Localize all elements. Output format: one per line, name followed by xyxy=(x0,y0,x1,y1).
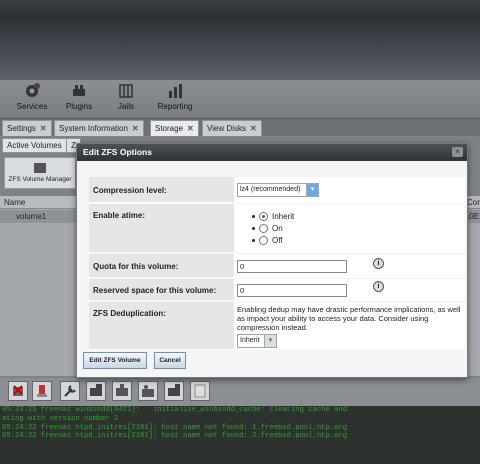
dialog-title-bar: Edit ZFS Options xyxy=(77,144,467,161)
tab-storage-label: Storage xyxy=(155,124,184,133)
detach-icon xyxy=(13,385,23,396)
window-top-bar xyxy=(0,0,480,18)
toolbar-services-button[interactable]: Services xyxy=(6,82,58,111)
toolbar-plugins-button[interactable]: Plugins xyxy=(53,82,105,111)
tab-view-disks-label: View Disks xyxy=(207,124,246,133)
console-line: 05:24:22 freenas ntpd_initres[2181]: hos… xyxy=(2,432,348,441)
dataset-icon xyxy=(90,384,102,396)
status-icon xyxy=(194,384,206,398)
console-line: ating with version number 2 xyxy=(2,414,119,423)
dialog-title: Edit ZFS Options xyxy=(83,147,152,157)
tab-system-information[interactable]: System Information ✕ xyxy=(54,120,144,136)
cancel-button[interactable]: Cancel xyxy=(154,352,186,369)
plugins-icon xyxy=(73,85,85,96)
volume-status-button[interactable] xyxy=(190,381,210,401)
bullet-icon xyxy=(252,227,255,230)
reserved-row: Reserved space for this volume: 0 i xyxy=(89,279,465,301)
field-cell xyxy=(234,204,465,252)
tab-system-information-label: System Information xyxy=(59,124,128,133)
toolbar-jails-label: Jails xyxy=(117,102,134,111)
reporting-icon xyxy=(169,84,182,98)
close-icon[interactable]: ✕ xyxy=(132,124,139,133)
reserved-label: Reserved space for this volume: xyxy=(93,286,217,295)
compression-value: lz4 (recommended) xyxy=(240,186,301,193)
grid-header-name: Name xyxy=(4,198,26,207)
dialog-close-button[interactable]: × xyxy=(452,147,463,157)
toolbar-plugins-label: Plugins xyxy=(65,102,93,111)
edit-zfs-options-dialog: Edit ZFS Options × Compression level: lz… xyxy=(76,143,468,378)
grid-row-name: volume1 xyxy=(16,212,47,221)
snapshot-icon xyxy=(168,384,180,396)
create-zvol-button[interactable] xyxy=(112,381,132,401)
compression-select[interactable]: lz4 (recommended) ▾ xyxy=(237,183,319,197)
dedup-row: ZFS Deduplication: Enabling dedup may ha… xyxy=(89,302,465,350)
toolbar-reporting-button[interactable]: Reporting xyxy=(149,82,201,111)
dedup-value: Inherit xyxy=(240,337,260,344)
create-snapshot-button[interactable] xyxy=(164,381,184,401)
services-icon xyxy=(26,83,40,97)
compression-label: Compression level: xyxy=(93,186,167,195)
reserved-input[interactable]: 0 xyxy=(237,284,347,297)
change-permissions-button[interactable] xyxy=(138,381,158,401)
chevron-down-icon: ▾ xyxy=(306,184,318,196)
toolbar-jails-button[interactable]: Jails xyxy=(100,82,152,111)
detach-volume-button[interactable] xyxy=(8,381,28,401)
grid-header-partial: Con xyxy=(467,198,480,207)
zfs-volume-manager-button[interactable]: ZFS Volume Manager xyxy=(4,157,76,189)
subtab-active-volumes[interactable]: Active Volumes xyxy=(2,138,67,153)
atime-row: Enable atime: Inherit On Off xyxy=(89,204,465,253)
edit-zfs-volume-button[interactable]: Edit ZFS Volume xyxy=(83,352,147,369)
zfs-volume-manager-label: ZFS Volume Manager xyxy=(8,176,72,183)
toolbar-services-label: Services xyxy=(16,102,48,111)
bullet-icon xyxy=(252,239,255,242)
atime-off-label: Off xyxy=(272,236,283,245)
atime-on-label: On xyxy=(272,224,283,233)
atime-inherit-label: Inherit xyxy=(272,212,295,221)
atime-on-radio[interactable] xyxy=(259,224,268,233)
quota-row: Quota for this volume: 0 i xyxy=(89,254,465,278)
tab-settings-label: Settings xyxy=(7,124,36,133)
wrench-icon xyxy=(64,385,76,397)
create-dataset-button[interactable] xyxy=(86,381,106,401)
grid-row-partial: .0E xyxy=(467,212,480,221)
compression-row: Compression level: lz4 (recommended) ▾ xyxy=(89,177,465,203)
dedup-label: ZFS Deduplication: xyxy=(93,309,166,318)
atime-off-radio[interactable] xyxy=(259,236,268,245)
dedup-warning-text: Enabling dedup may have drastic performa… xyxy=(237,305,461,332)
quota-label: Quota for this volume: xyxy=(93,262,179,271)
scrub-volume-button[interactable] xyxy=(32,381,52,401)
close-icon[interactable]: ✕ xyxy=(250,124,257,133)
scrub-icon xyxy=(37,385,47,397)
edit-zfs-options-button[interactable] xyxy=(60,381,80,401)
tab-storage[interactable]: Storage ✕ xyxy=(150,120,199,136)
permissions-icon xyxy=(142,385,154,397)
tab-settings[interactable]: Settings ✕ xyxy=(2,120,52,136)
console-line: 05:24:22 freenas ntpd_initres[2181]: hos… xyxy=(2,423,348,432)
header-banner xyxy=(0,18,480,80)
close-icon[interactable]: ✕ xyxy=(187,124,194,133)
toolbar-reporting-label: Reporting xyxy=(157,102,193,111)
atime-inherit-radio[interactable] xyxy=(259,212,268,221)
jails-icon xyxy=(119,84,133,98)
quota-input[interactable]: 0 xyxy=(237,260,347,273)
console-line: 05:23:25 freenas winbindd[6421]: initial… xyxy=(2,406,348,414)
atime-label: Enable atime: xyxy=(93,211,146,220)
close-icon[interactable]: ✕ xyxy=(40,124,47,133)
help-icon[interactable]: i xyxy=(373,258,384,269)
help-icon[interactable]: i xyxy=(373,281,384,292)
bullet-icon xyxy=(252,215,255,218)
tab-view-disks[interactable]: View Disks ✕ xyxy=(202,120,262,136)
chevron-down-icon: ▾ xyxy=(264,335,276,347)
console-log: 05:23:25 freenas winbindd[6421]: initial… xyxy=(0,406,480,464)
dedup-select[interactable]: Inherit ▾ xyxy=(237,334,277,348)
zvol-icon xyxy=(116,384,128,396)
volume-manager-icon xyxy=(34,163,46,173)
